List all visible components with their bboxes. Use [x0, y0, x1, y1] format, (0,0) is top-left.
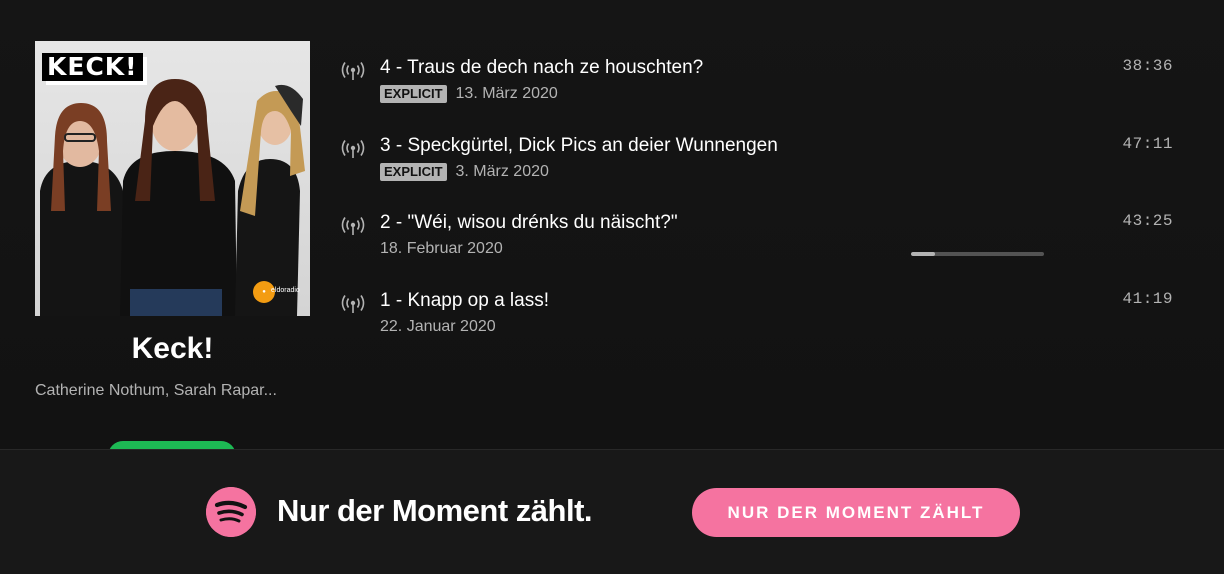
- episode-date: 22. Januar 2020: [380, 318, 496, 335]
- podcast-page: KECK! ● eldoradio Keck! Catherine Nothum…: [0, 0, 1224, 471]
- episode-progress-fill: [911, 252, 935, 256]
- episode-row[interactable]: 4 - Traus de dech nach ze houschten? EXP…: [340, 57, 1180, 117]
- episode-date: 13. März 2020: [455, 85, 558, 102]
- episode-duration: 38:36: [1122, 57, 1173, 75]
- promo-banner: Nur der Moment zählt. NUR DER MOMENT ZÄH…: [0, 449, 1224, 574]
- banner-cta-button[interactable]: NUR DER MOMENT ZÄHLT: [692, 488, 1020, 537]
- episode-date: 3. März 2020: [455, 163, 549, 180]
- episode-duration: 43:25: [1122, 212, 1173, 230]
- spotify-logo-icon: [206, 487, 256, 537]
- podcast-authors: Catherine Nothum, Sarah Rapar...: [35, 382, 277, 399]
- radio-station-name: eldoradio: [271, 287, 300, 294]
- podcast-broadcast-icon: [341, 140, 365, 158]
- episode-duration: 41:19: [1122, 290, 1173, 308]
- episode-title[interactable]: 3 - Speckgürtel, Dick Pics an deier Wunn…: [380, 135, 778, 157]
- episode-date: 18. Februar 2020: [380, 240, 503, 257]
- episode-title[interactable]: 4 - Traus de dech nach ze houschten?: [380, 57, 703, 79]
- podcast-cover-art[interactable]: KECK! ● eldoradio: [35, 41, 310, 316]
- episode-row[interactable]: 2 - "Wéi, wisou drénks du näischt?" 18. …: [340, 212, 1180, 272]
- episode-title[interactable]: 1 - Knapp op a lass!: [380, 290, 549, 312]
- podcast-broadcast-icon: [341, 295, 365, 313]
- explicit-badge: EXPLICIT: [380, 163, 447, 181]
- cover-photo: [40, 79, 305, 316]
- episode-row[interactable]: 1 - Knapp op a lass! 22. Januar 2020 41:…: [340, 290, 1180, 350]
- episode-progress-bar: [911, 252, 1044, 256]
- cover-logo: KECK!: [42, 53, 143, 81]
- podcast-broadcast-icon: [341, 217, 365, 235]
- podcast-broadcast-icon: [341, 62, 365, 80]
- episode-duration: 47:11: [1122, 135, 1173, 153]
- explicit-badge: EXPLICIT: [380, 85, 447, 103]
- podcast-title: Keck!: [131, 332, 214, 365]
- episode-row[interactable]: 3 - Speckgürtel, Dick Pics an deier Wunn…: [340, 135, 1180, 195]
- episode-title[interactable]: 2 - "Wéi, wisou drénks du näischt?": [380, 212, 678, 234]
- banner-headline: Nur der Moment zählt.: [277, 493, 593, 528]
